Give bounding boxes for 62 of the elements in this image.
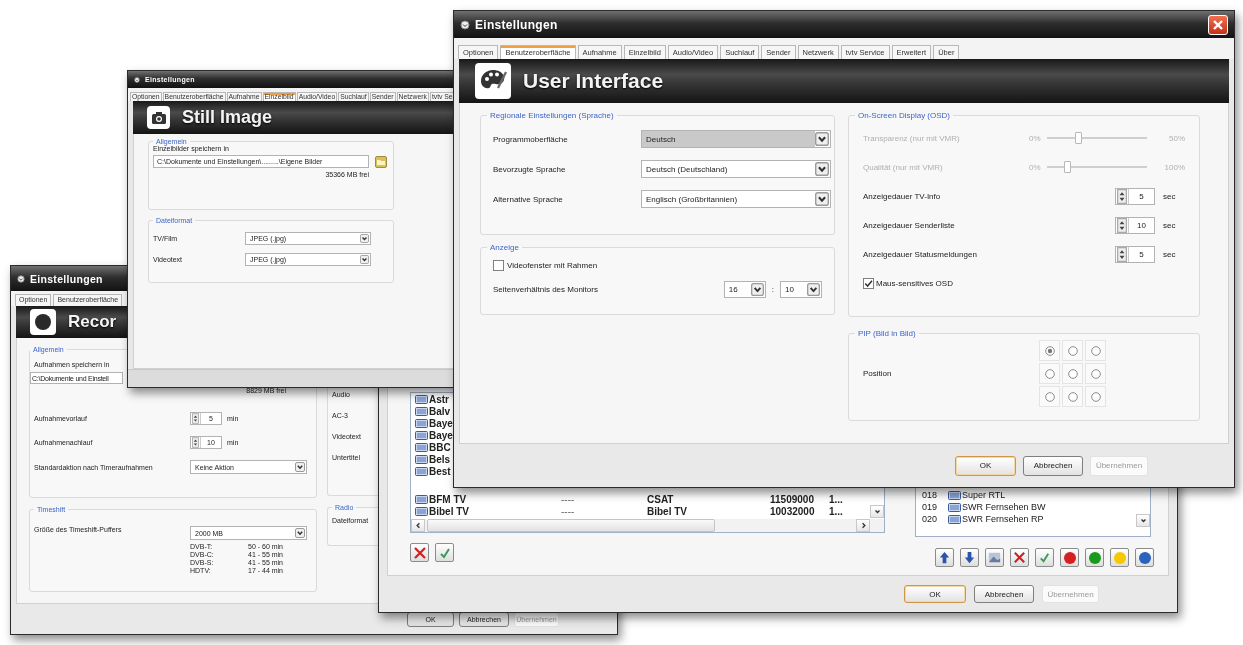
section-heading: Recor (68, 312, 117, 332)
field-label: Anzeigedauer Senderliste (863, 220, 956, 230)
dialog-button[interactable]: Abbrechen (1023, 455, 1083, 476)
scale-label: 50% (1169, 133, 1185, 143)
unit-label: sec (1163, 249, 1177, 259)
table-cell: Balv (429, 405, 451, 417)
unit-label: sec (1163, 191, 1177, 201)
spin-box[interactable]: 10 (1115, 216, 1155, 234)
table-cell-text: 1... (829, 505, 844, 517)
group-legend: Regionale Einstellungen (Sprache) (487, 111, 617, 120)
scale-label: 100% (1164, 162, 1185, 172)
list-cell: SWR Fernsehen BW (962, 502, 1046, 512)
field-label: Seitenverhältnis des Monitors (493, 285, 598, 294)
table-cell-text: 11509000 (770, 493, 815, 505)
dropdown[interactable]: Englisch (Großbritannien) (641, 190, 831, 208)
unit-label: sec (1163, 220, 1177, 230)
table-cell-text: 1... (829, 493, 844, 505)
table-cell: BBC (429, 441, 451, 453)
spin-box[interactable]: 5 (1115, 187, 1155, 205)
table-cell: Bels (429, 453, 451, 465)
group-legend: PIP (Bild in Bild) (855, 329, 919, 338)
list-cell-text: 018 (922, 490, 939, 500)
field-label: Position (863, 369, 893, 378)
field-label: Anzeigedauer TV-Info (863, 191, 942, 201)
dialog-button[interactable]: OK (955, 455, 1016, 476)
table-cell: Baye (429, 429, 453, 441)
table-cell-text: CSAT (647, 493, 675, 505)
table-cell: Baye (429, 417, 453, 429)
list-cell: SWR Fernsehen RP (962, 514, 1044, 524)
section-heading: Still Image (182, 107, 273, 128)
list-cell-text: 019 (922, 502, 939, 512)
separator-label: : (771, 285, 774, 294)
group-legend: On-Screen Display (OSD) (855, 111, 954, 120)
field-label: Programmoberfläche (493, 134, 569, 144)
table-cell: Astr (429, 393, 449, 405)
section-heading: User Interface (523, 69, 664, 93)
table-cell-text: 10032000 (770, 505, 816, 517)
dropdown[interactable]: Deutsch (Deutschland) (641, 160, 831, 178)
dropdown[interactable]: 10 (780, 281, 822, 298)
spin-box[interactable]: 5 (1115, 245, 1155, 263)
window-title: Einstellungen (30, 272, 103, 285)
field-label: Transparenz (nur mit VMR) (863, 133, 961, 143)
table-cell-text: ---- (561, 493, 576, 505)
field-label: Qualität (nur mit VMR) (863, 162, 944, 172)
dialog-button[interactable]: Abbrechen (974, 585, 1034, 603)
list-cell: Super RTL (962, 490, 1006, 500)
group-legend: Anzeige (487, 243, 522, 252)
table-cell: Bibel TV (429, 505, 469, 517)
checkbox-label: Videofenster mit Rahmen (507, 261, 598, 270)
checkbox-label: Maus-sensitives OSD (876, 278, 953, 288)
table-cell-text: ---- (561, 505, 576, 517)
table-cell: BFM TV (429, 493, 467, 505)
list-cell-text: 020 (922, 514, 939, 524)
field-label: Anzeigedauer Statusmeldungen (863, 249, 978, 259)
dialog-button[interactable]: OK (904, 585, 966, 603)
table-cell: Best (429, 465, 451, 477)
dropdown[interactable]: Deutsch (641, 130, 831, 148)
field-label: Bevorzugte Sprache (493, 164, 567, 174)
dropdown[interactable]: 16 (723, 281, 766, 298)
window-title: Einstellungen (475, 17, 558, 32)
field-label: Alternative Sprache (493, 194, 564, 204)
table-cell-text: Bibel TV (647, 505, 688, 517)
